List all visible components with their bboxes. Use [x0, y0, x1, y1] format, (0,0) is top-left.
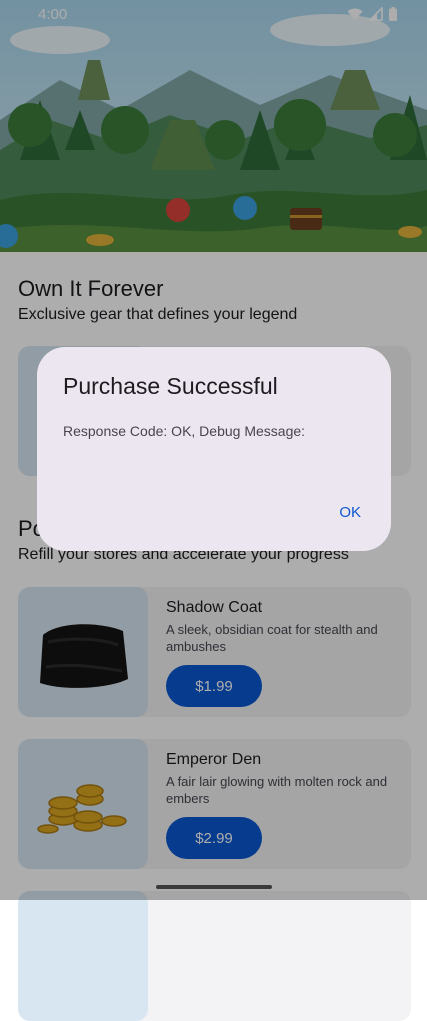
ok-button[interactable]: OK — [335, 502, 365, 523]
store-item-card[interactable] — [18, 891, 411, 1021]
item-image — [18, 891, 148, 1021]
home-indicator[interactable] — [156, 885, 272, 889]
dialog-title: Purchase Successful — [63, 373, 278, 399]
purchase-dialog: Purchase Successful Response Code: OK, D… — [37, 347, 391, 551]
dialog-message: Response Code: OK, Debug Message: — [63, 423, 306, 439]
